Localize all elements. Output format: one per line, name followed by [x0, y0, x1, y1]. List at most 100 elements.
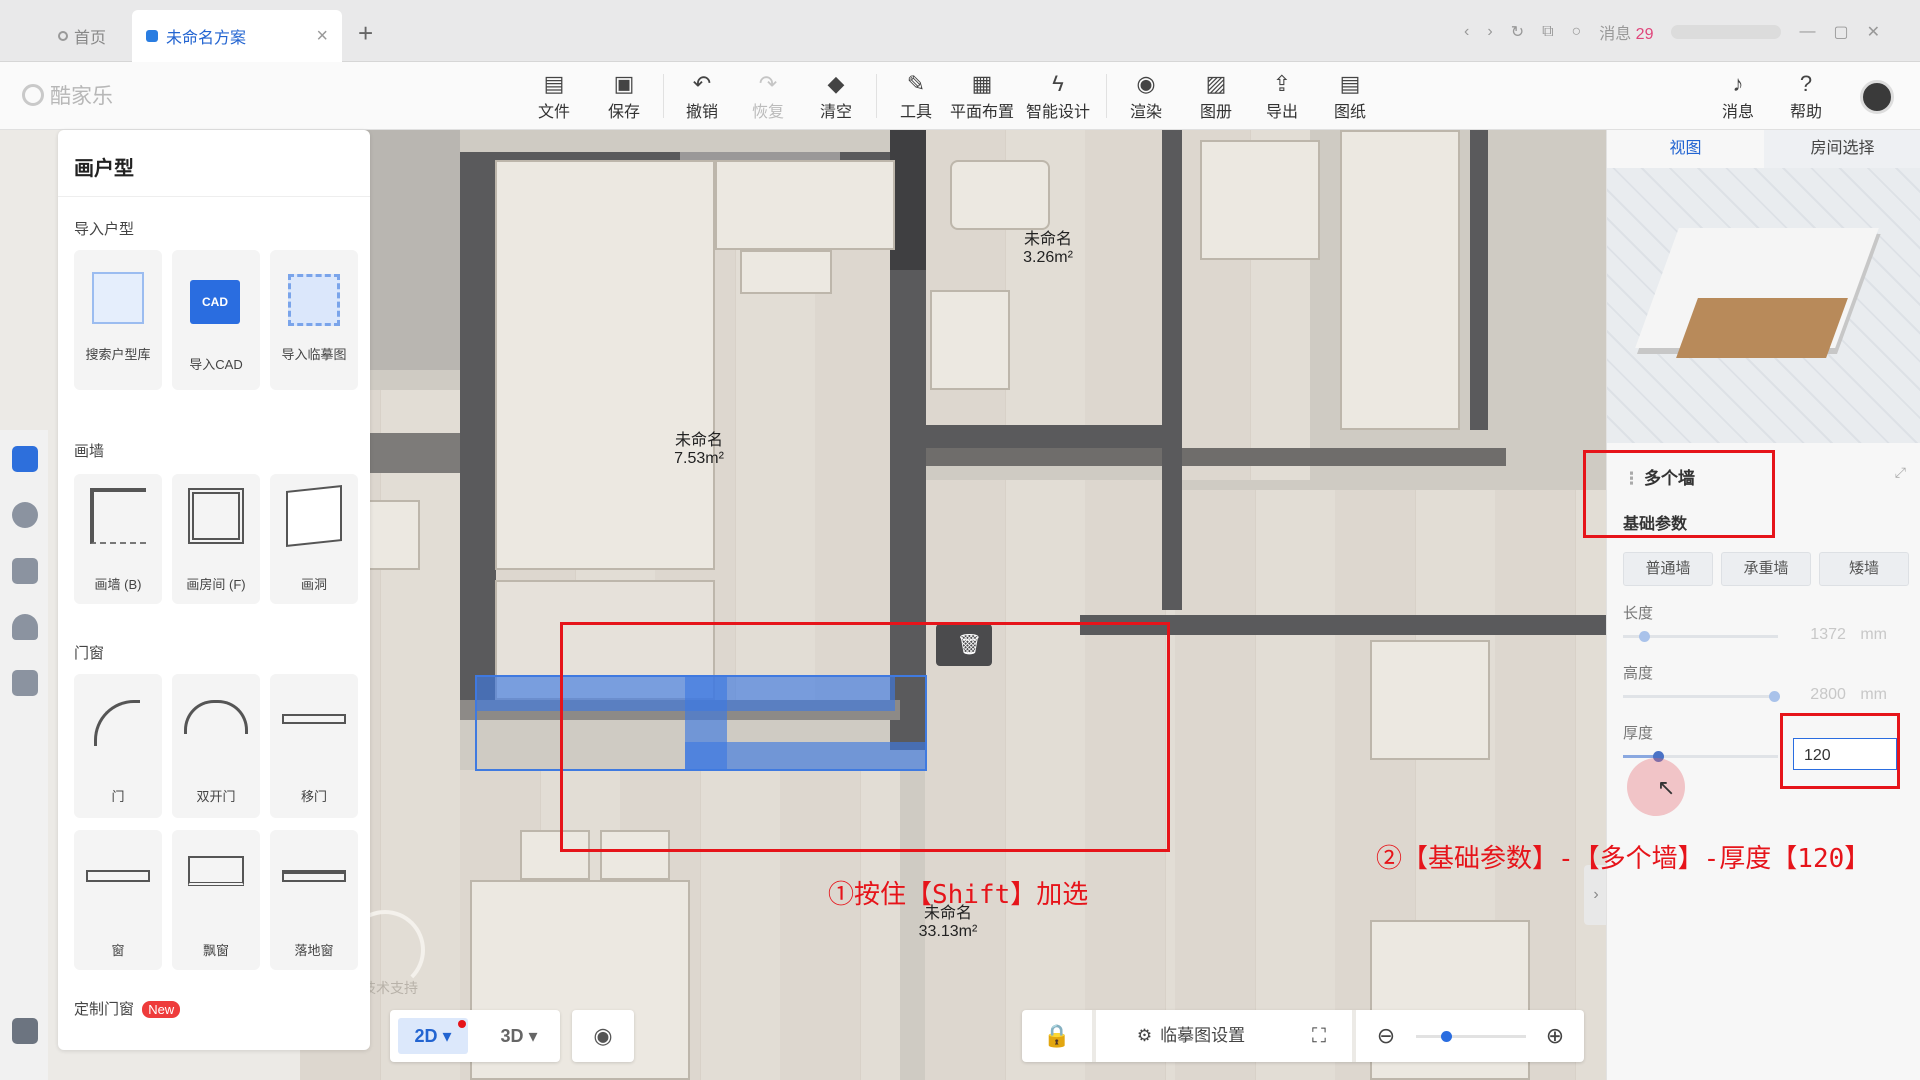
- trace-settings-button[interactable]: ⚙ 临摹图设置: [1096, 1010, 1286, 1062]
- lock-icon[interactable]: 🔒: [1022, 1010, 1092, 1062]
- expand-icon[interactable]: ⤢: [1895, 464, 1906, 481]
- refresh-icon[interactable]: ↻: [1511, 22, 1524, 42]
- draw-room-card[interactable]: 画房间 (F): [172, 474, 260, 604]
- search-icon[interactable]: ○: [1572, 23, 1582, 41]
- height-slider[interactable]: [1623, 691, 1780, 702]
- toolbar-divider: [1106, 74, 1107, 118]
- room-label-bathroom[interactable]: 未命名 3.26m²: [993, 231, 1103, 267]
- mode-3d-button[interactable]: 3D ▾: [486, 1018, 552, 1054]
- sliding-door-card[interactable]: 移门: [270, 674, 358, 818]
- height-slider-handle[interactable]: [1769, 691, 1780, 702]
- card-label: 落地窗: [294, 943, 334, 958]
- avatar[interactable]: [1860, 80, 1894, 114]
- wall-type-normal-button[interactable]: 普通墙: [1623, 552, 1713, 586]
- window-card[interactable]: 窗: [74, 830, 162, 970]
- search-floorplan-library-card[interactable]: 搜索户型库: [74, 250, 162, 390]
- toolbar-help-button[interactable]: ? 帮助: [1776, 70, 1836, 122]
- zoom-slider-handle[interactable]: [1440, 1031, 1452, 1042]
- tab-room-select[interactable]: 房间选择: [1764, 130, 1920, 168]
- card-label: 画墙 (B): [94, 577, 142, 592]
- mode-3d-label: 3D: [500, 1026, 524, 1046]
- maximize-icon[interactable]: ▢: [1833, 22, 1848, 42]
- card-label: 移门: [300, 789, 327, 804]
- room-label-bedroom[interactable]: 未命名 7.53m²: [644, 432, 754, 468]
- new-tab-button[interactable]: +: [358, 18, 373, 49]
- nightstand: [715, 160, 895, 250]
- toolbar-label: 消息: [1721, 104, 1754, 121]
- toolbar-export-button[interactable]: ⇪ 导出: [1252, 70, 1312, 122]
- floorplan-tool-icon[interactable]: [12, 446, 38, 472]
- logo-icon: [22, 84, 44, 106]
- draw-room-icon: [188, 488, 244, 544]
- toolbar-album-button[interactable]: ▨ 图册: [1186, 70, 1246, 122]
- minimize-icon[interactable]: —: [1799, 23, 1815, 41]
- toolbar-label: 撤销: [685, 104, 718, 121]
- toolbar-redo-button[interactable]: ↷ 恢复: [738, 70, 798, 122]
- toolbar-save-button[interactable]: ▣ 保存: [594, 70, 654, 122]
- zoom-slider[interactable]: [1416, 1031, 1526, 1042]
- eye-icon[interactable]: ◉: [572, 1010, 634, 1062]
- toolbar-drawing-button[interactable]: ▤ 图纸: [1320, 70, 1380, 122]
- wall-middle-top: [890, 130, 926, 270]
- properties-panel: 视图 房间选择 ⋮ 多个墙 ⤢ 基础参数 普通墙 承重墙 矮墙 长度 1372 m…: [1606, 130, 1920, 1080]
- layers-icon[interactable]: [12, 1018, 38, 1044]
- floor-window-card[interactable]: 落地窗: [270, 830, 358, 970]
- zoom-in-icon[interactable]: ⊕: [1526, 1010, 1584, 1062]
- length-label: 长度: [1623, 605, 1654, 622]
- tab-home[interactable]: 首页: [58, 10, 106, 62]
- toolbar-render-button[interactable]: ◉ 渲染: [1116, 70, 1176, 122]
- messages-indicator[interactable]: 消息 29: [1599, 20, 1653, 44]
- card-label: 门: [111, 789, 125, 804]
- album-icon: ▨: [1205, 71, 1227, 96]
- toolbar-undo-button[interactable]: ↶ 撤销: [672, 70, 732, 122]
- double-door-card[interactable]: 双开门: [172, 674, 260, 818]
- cabinet-icon[interactable]: [12, 670, 38, 696]
- wall-far-right: [1470, 130, 1488, 430]
- window-close-icon[interactable]: ✕: [1867, 22, 1880, 42]
- toolbar-lightning-button[interactable]: ϟ 智能设计: [1018, 70, 1098, 122]
- toolbar-wrench-button[interactable]: ✎ 工具: [886, 70, 946, 122]
- import-cad-card[interactable]: CAD 导入CAD: [172, 250, 260, 390]
- toolbar-eraser-button[interactable]: ◆ 清空: [806, 70, 866, 122]
- length-slider-handle[interactable]: [1639, 631, 1650, 642]
- user-icon[interactable]: [12, 614, 38, 640]
- section-import: 导入户型: [74, 221, 135, 238]
- forward-icon[interactable]: ›: [1487, 23, 1492, 41]
- back-icon[interactable]: ‹: [1464, 23, 1469, 41]
- thickness-label: 厚度: [1623, 725, 1654, 742]
- door-card[interactable]: 门: [74, 674, 162, 818]
- tab-close-icon[interactable]: ×: [316, 25, 328, 48]
- toolbar-file-button[interactable]: ▤ 文件: [524, 70, 584, 122]
- wall-type-bearing-button[interactable]: 承重墙: [1721, 552, 1811, 586]
- wall-type-low-button[interactable]: 矮墙: [1819, 552, 1909, 586]
- floor-plan-canvas[interactable]: 🗑 未命名 3.26m² 未命名 7.53m² 未命名 33.13m² 酷家乐技…: [300, 130, 1610, 1080]
- import-trace-image-card[interactable]: 导入临摹图: [270, 250, 358, 390]
- card-label: 飘窗: [202, 943, 229, 958]
- 3d-preview[interactable]: [1607, 168, 1920, 443]
- render-icon: ◉: [1136, 71, 1156, 96]
- wrench-icon: ✎: [906, 71, 926, 96]
- fit-view-icon[interactable]: ⛶: [1286, 1010, 1352, 1062]
- zoom-out-icon[interactable]: ⊖: [1356, 1010, 1416, 1062]
- bay-window-card[interactable]: 飘窗: [172, 830, 260, 970]
- section-doors-windows: 门窗: [74, 645, 105, 662]
- bell-icon: ♪: [1732, 71, 1744, 96]
- bulb-icon[interactable]: [12, 502, 38, 528]
- room-area: 7.53m²: [674, 450, 724, 467]
- copy-icon[interactable]: ⧉: [1542, 23, 1553, 41]
- tab-bar: 首页 未命名方案 × + ‹ › ↻ ⧉ ○ 消息 29 — ▢ ✕: [0, 0, 1920, 62]
- toolbar-label: 图纸: [1333, 104, 1366, 121]
- door-icon: [94, 700, 140, 746]
- tab-current-plan[interactable]: 未命名方案 ×: [132, 10, 342, 62]
- cursor-highlight: [1627, 758, 1685, 816]
- toolbar-layout-button[interactable]: ▦ 平面布置: [942, 70, 1022, 122]
- tab-view[interactable]: 视图: [1607, 130, 1764, 168]
- thickness-slider[interactable]: [1623, 751, 1778, 762]
- toolbar-label: 智能设计: [1025, 104, 1090, 121]
- toolbar-bell-button[interactable]: ♪ 消息: [1708, 70, 1768, 122]
- panel-title: 画户型: [74, 158, 134, 180]
- sofa-icon[interactable]: [12, 558, 38, 584]
- draw-wall-card[interactable]: 画墙 (B): [74, 474, 162, 604]
- draw-hole-card[interactable]: 画洞: [270, 474, 358, 604]
- length-slider[interactable]: [1623, 631, 1778, 642]
